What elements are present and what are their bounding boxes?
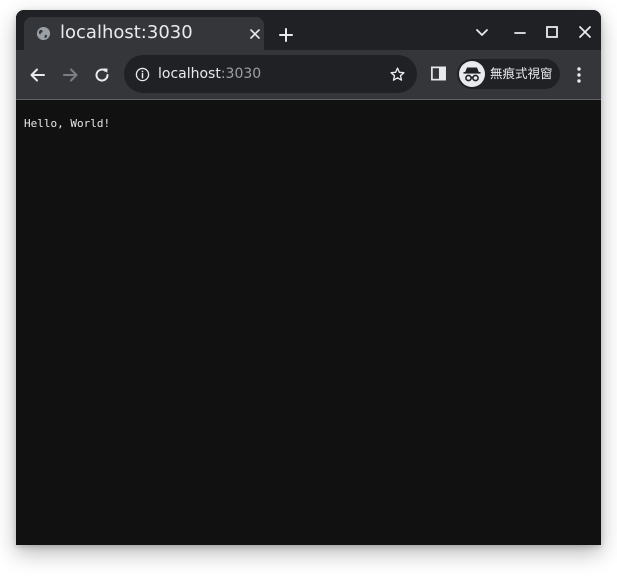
back-arrow-left-icon[interactable] [28,65,48,85]
url-port: :3030 [220,66,262,82]
maximize-icon[interactable] [544,24,560,40]
bookmark-star-icon[interactable] [389,66,406,83]
reload-icon[interactable] [92,65,112,85]
page-content: Hello, World! [16,100,601,545]
close-window-icon[interactable] [577,24,593,40]
tab-search-chevron-down-icon[interactable] [474,24,490,40]
forward-arrow-right-icon[interactable] [60,65,80,85]
tab-strip: localhost:3030 [16,10,601,50]
tab-title: localhost:3030 [60,22,193,43]
address-url[interactable]: localhost:3030 [158,65,261,83]
incognito-label: 無痕式視窗 [490,66,553,81]
active-tab[interactable]: localhost:3030 [24,17,264,50]
globe-icon [36,26,51,41]
minimize-icon[interactable] [512,24,528,40]
site-info-icon[interactable] [135,67,150,82]
browser-window: localhost:3030 localhost:3030 無痕式視窗 Hell… [16,10,601,545]
incognito-icon [459,61,485,87]
new-tab-plus-icon[interactable] [276,25,296,45]
toolbar: localhost:3030 無痕式視窗 [16,50,601,100]
tab-close-icon[interactable] [248,27,262,41]
page-text: Hello, World! [24,117,111,130]
incognito-profile-button[interactable]: 無痕式視窗 [457,59,560,89]
url-host: localhost [158,66,221,82]
side-panel-icon[interactable] [430,65,447,82]
address-bar[interactable]: localhost:3030 [124,55,417,93]
more-vertical-icon[interactable] [571,65,587,85]
